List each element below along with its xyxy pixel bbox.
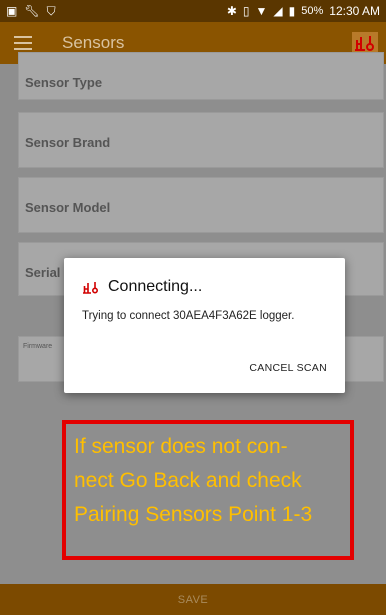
status-bar: ▣ 🔧︎ ⛉ ✱ ▯ ▼ ◢ ▮ 50% 12:30 AM (0, 0, 386, 22)
shield-icon: ⛉ (46, 4, 56, 18)
sensor-brand-field[interactable]: Sensor Brand (18, 112, 384, 168)
clock: 12:30 AM (329, 4, 380, 18)
save-button[interactable]: SAVE (172, 593, 215, 607)
sensor-model-label: Sensor Model (25, 200, 111, 215)
sensor-logo-icon[interactable] (352, 32, 378, 54)
serial-label: Serial (25, 265, 61, 280)
menu-icon[interactable] (14, 36, 32, 50)
annotation-line: nect Go Back and check (74, 469, 302, 492)
battery-level: 50% (301, 5, 324, 17)
cancel-scan-button[interactable]: CANCEL SCAN (249, 362, 327, 374)
dialog-header: Connecting... (82, 278, 202, 296)
bluetooth-icon: ✱ (226, 4, 237, 18)
wifi-icon: ▼ (255, 4, 268, 18)
dialog-title: Connecting... (108, 278, 203, 295)
sensor-type-field[interactable]: Sensor Type (18, 52, 384, 100)
image-icon: ▣ (6, 4, 18, 18)
sensor-brand-label: Sensor Brand (25, 135, 111, 150)
connecting-dialog: Connecting... Trying to connect 30AEA4F3… (64, 258, 345, 393)
nfc-icon: ▯ (242, 4, 250, 18)
firmware-label: Firmware (23, 343, 53, 350)
sensor-type-label: Sensor Type (25, 75, 103, 90)
sensor-model-field[interactable]: Sensor Model (18, 177, 384, 233)
dialog-message: Trying to connect 30AEA4F3A62E logger. (82, 310, 295, 322)
annotation-line: If sensor does not con- (74, 435, 288, 458)
wrench-icon: 🔧︎ (24, 4, 40, 18)
signal-icon: ◢ (273, 4, 283, 18)
annotation-line: Pairing Sensors Point 1-3 (74, 503, 313, 526)
battery-icon: ▮ (288, 4, 296, 18)
sensor-logo-icon (83, 281, 99, 294)
page-title: Sensors (62, 33, 125, 52)
bottom-bar: SAVE (0, 584, 386, 615)
instruction-annotation: If sensor does not con- nect Go Back and… (62, 420, 354, 560)
